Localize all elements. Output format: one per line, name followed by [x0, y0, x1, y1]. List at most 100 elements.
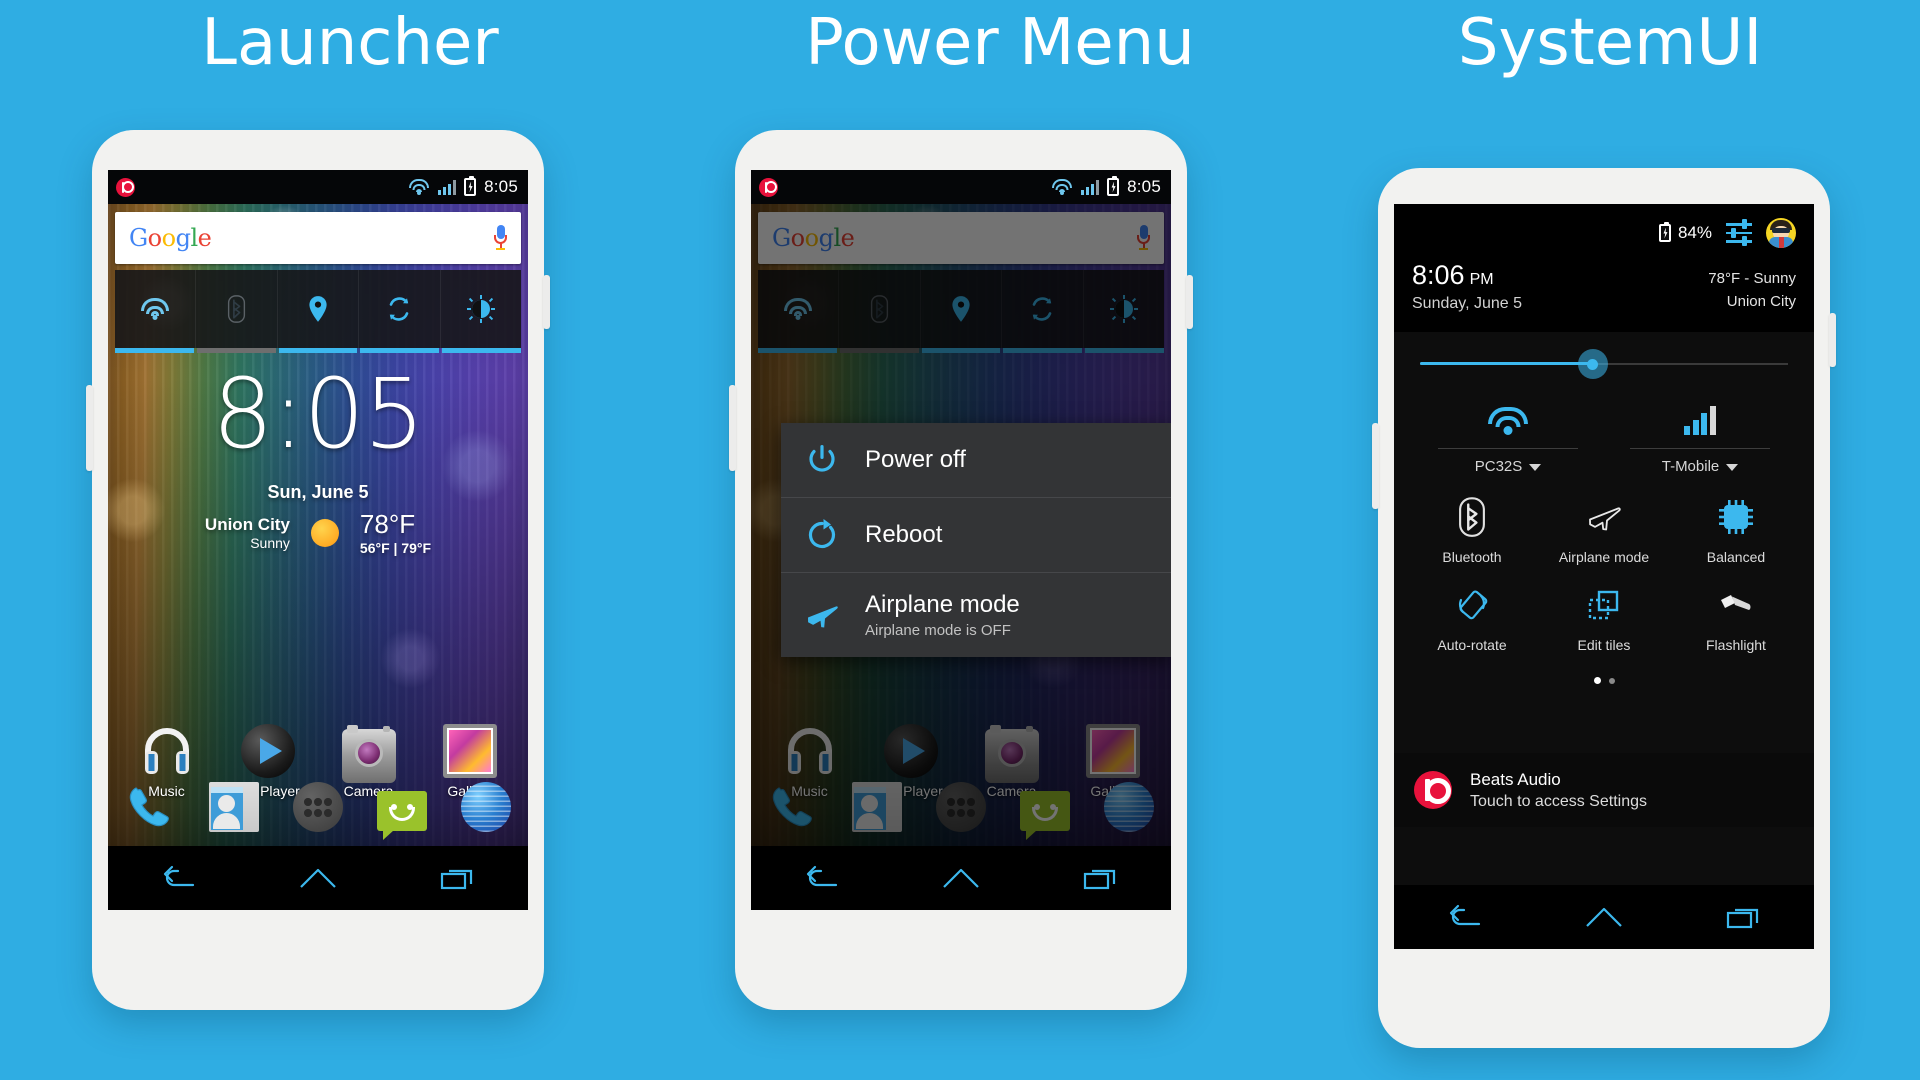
qs-tile-edit-tiles[interactable]: Edit tiles [1538, 585, 1670, 653]
home-icon [1586, 907, 1622, 927]
volume-button[interactable] [729, 385, 736, 471]
brightness-slider-knob[interactable] [1577, 349, 1608, 379]
qs-tile-label: Edit tiles [1577, 637, 1631, 653]
qs-tile-label: Bluetooth [1442, 549, 1502, 565]
qs-tile-balanced[interactable]: Balanced [1670, 497, 1802, 565]
qs-tile-bluetooth[interactable]: Bluetooth [1406, 496, 1538, 565]
sync-icon [385, 296, 413, 322]
status-bar-clock: 8:05 [1127, 177, 1161, 196]
user-avatar-icon[interactable] [1766, 218, 1796, 248]
airplane-icon [805, 598, 839, 632]
shade-header: 84% 8:06 PM Sunday, June 5 78°F - Sunny … [1394, 204, 1814, 332]
qs-tile-auto-rotate[interactable]: Auto-rotate [1406, 585, 1538, 653]
sun-icon [304, 512, 346, 554]
qs-tile-label: Airplane mode [1558, 549, 1650, 565]
phone-handset-icon [125, 782, 175, 832]
qs-tile-label: Auto-rotate [1437, 637, 1507, 653]
power-button[interactable] [1829, 313, 1836, 367]
beats-logo-icon [116, 177, 135, 197]
battery-status: 84% [1658, 222, 1712, 243]
notification-subtitle: Touch to access Settings [1470, 792, 1647, 810]
toggle-wifi[interactable] [115, 270, 197, 348]
connectivity-tiles: PC32S T-Mobile [1394, 398, 1814, 475]
airplane-icon [1585, 500, 1623, 539]
battery-charging-icon [1107, 176, 1120, 196]
cellular-signal-icon [1081, 179, 1100, 195]
section-title-power-menu: Power Menu [805, 6, 1195, 80]
nav-home-button[interactable] [1534, 905, 1674, 929]
reboot-icon [805, 518, 839, 552]
back-icon [1449, 904, 1481, 926]
chevron-down-icon[interactable] [1529, 463, 1542, 471]
shade-weather[interactable]: 78°F - Sunny Union City [1708, 268, 1796, 313]
power-button[interactable] [543, 275, 550, 329]
dock-browser[interactable] [444, 782, 528, 832]
navigation-bar [108, 846, 528, 910]
nav-back-button[interactable] [751, 865, 891, 891]
nav-recents-button[interactable] [1031, 865, 1171, 891]
app-drawer-icon [293, 782, 343, 832]
quick-settings-icon[interactable] [1726, 219, 1752, 246]
messaging-icon [377, 791, 427, 840]
power-menu-label: Airplane mode [865, 591, 1020, 618]
nav-home-button[interactable] [891, 866, 1031, 890]
toggle-state-bars [115, 348, 521, 353]
toggle-sync[interactable] [359, 270, 441, 348]
qs-tile-cellular[interactable]: T-Mobile [1604, 398, 1796, 475]
section-title-systemui: SystemUI [1457, 6, 1763, 80]
google-search-bar[interactable]: Google [115, 212, 521, 264]
phone-launcher: 8:05 Google 8:05 Sun, June 5 Union City … [86, 130, 550, 1010]
volume-button[interactable] [1372, 423, 1379, 509]
clock-weather-widget[interactable]: 8:05 Sun, June 5 Union City Sunny 78°F 5… [108, 366, 528, 557]
power-menu-item-airplane-mode[interactable]: Airplane mode Airplane mode is OFF [781, 573, 1171, 657]
dock [108, 770, 528, 844]
power-menu-screen: Google [751, 170, 1171, 910]
dock-app-drawer[interactable] [276, 782, 360, 832]
dock-phone[interactable] [108, 782, 192, 832]
power-menu-item-power-off[interactable]: Power off [781, 423, 1171, 498]
qs-tile-flashlight[interactable]: Flashlight [1670, 585, 1802, 653]
dock-messaging[interactable] [360, 787, 444, 840]
notification-beats-audio[interactable]: Beats Audio Touch to access Settings [1394, 753, 1814, 827]
toggle-location[interactable] [278, 270, 360, 348]
browser-globe-icon [461, 782, 511, 832]
brightness-slider[interactable] [1420, 349, 1788, 379]
phone-power-menu: Google [729, 130, 1193, 1010]
nav-back-button[interactable] [1394, 904, 1534, 930]
wifi-icon [1487, 405, 1529, 435]
navigation-bar [751, 846, 1171, 910]
brightness-icon [466, 295, 495, 323]
power-menu-item-reboot[interactable]: Reboot [781, 498, 1171, 573]
shade-weather-condition: 78°F - Sunny [1708, 270, 1796, 287]
section-title-launcher: Launcher [201, 6, 499, 80]
auto-rotate-icon [1454, 587, 1490, 628]
widget-clock: 8:05 [212, 358, 425, 470]
toggle-brightness[interactable] [441, 270, 521, 348]
navigation-bar [1394, 885, 1814, 949]
recents-icon [1083, 869, 1116, 890]
power-button[interactable] [1186, 275, 1193, 329]
recents-icon [1726, 908, 1759, 929]
nav-recents-button[interactable] [388, 865, 528, 891]
qs-tile-wifi[interactable]: PC32S [1412, 398, 1604, 475]
dock-people[interactable] [192, 782, 276, 832]
nav-home-button[interactable] [248, 866, 388, 890]
chevron-down-icon[interactable] [1726, 463, 1739, 471]
status-bar: 8:05 [751, 170, 1171, 204]
toggle-bluetooth[interactable] [196, 270, 278, 348]
power-menu-dialog: Power off Reboot Airplane mode Airplane … [781, 423, 1171, 657]
edit-tiles-icon [1587, 588, 1621, 627]
bluetooth-icon [226, 295, 247, 323]
widget-condition: Sunny [250, 534, 290, 551]
quick-settings-tiles: Bluetooth Airplane mode Balanced Auto-ro… [1394, 496, 1814, 673]
nav-back-button[interactable] [108, 865, 248, 891]
cellular-signal-icon [438, 179, 457, 195]
notification-title: Beats Audio [1470, 769, 1561, 789]
volume-button[interactable] [86, 385, 93, 471]
nav-recents-button[interactable] [1674, 904, 1814, 930]
home-icon [300, 868, 336, 888]
qs-tile-airplane-mode[interactable]: Airplane mode [1538, 497, 1670, 565]
microphone-icon[interactable] [494, 225, 507, 251]
wifi-icon [140, 298, 170, 320]
cpu-chip-icon [1718, 499, 1753, 539]
